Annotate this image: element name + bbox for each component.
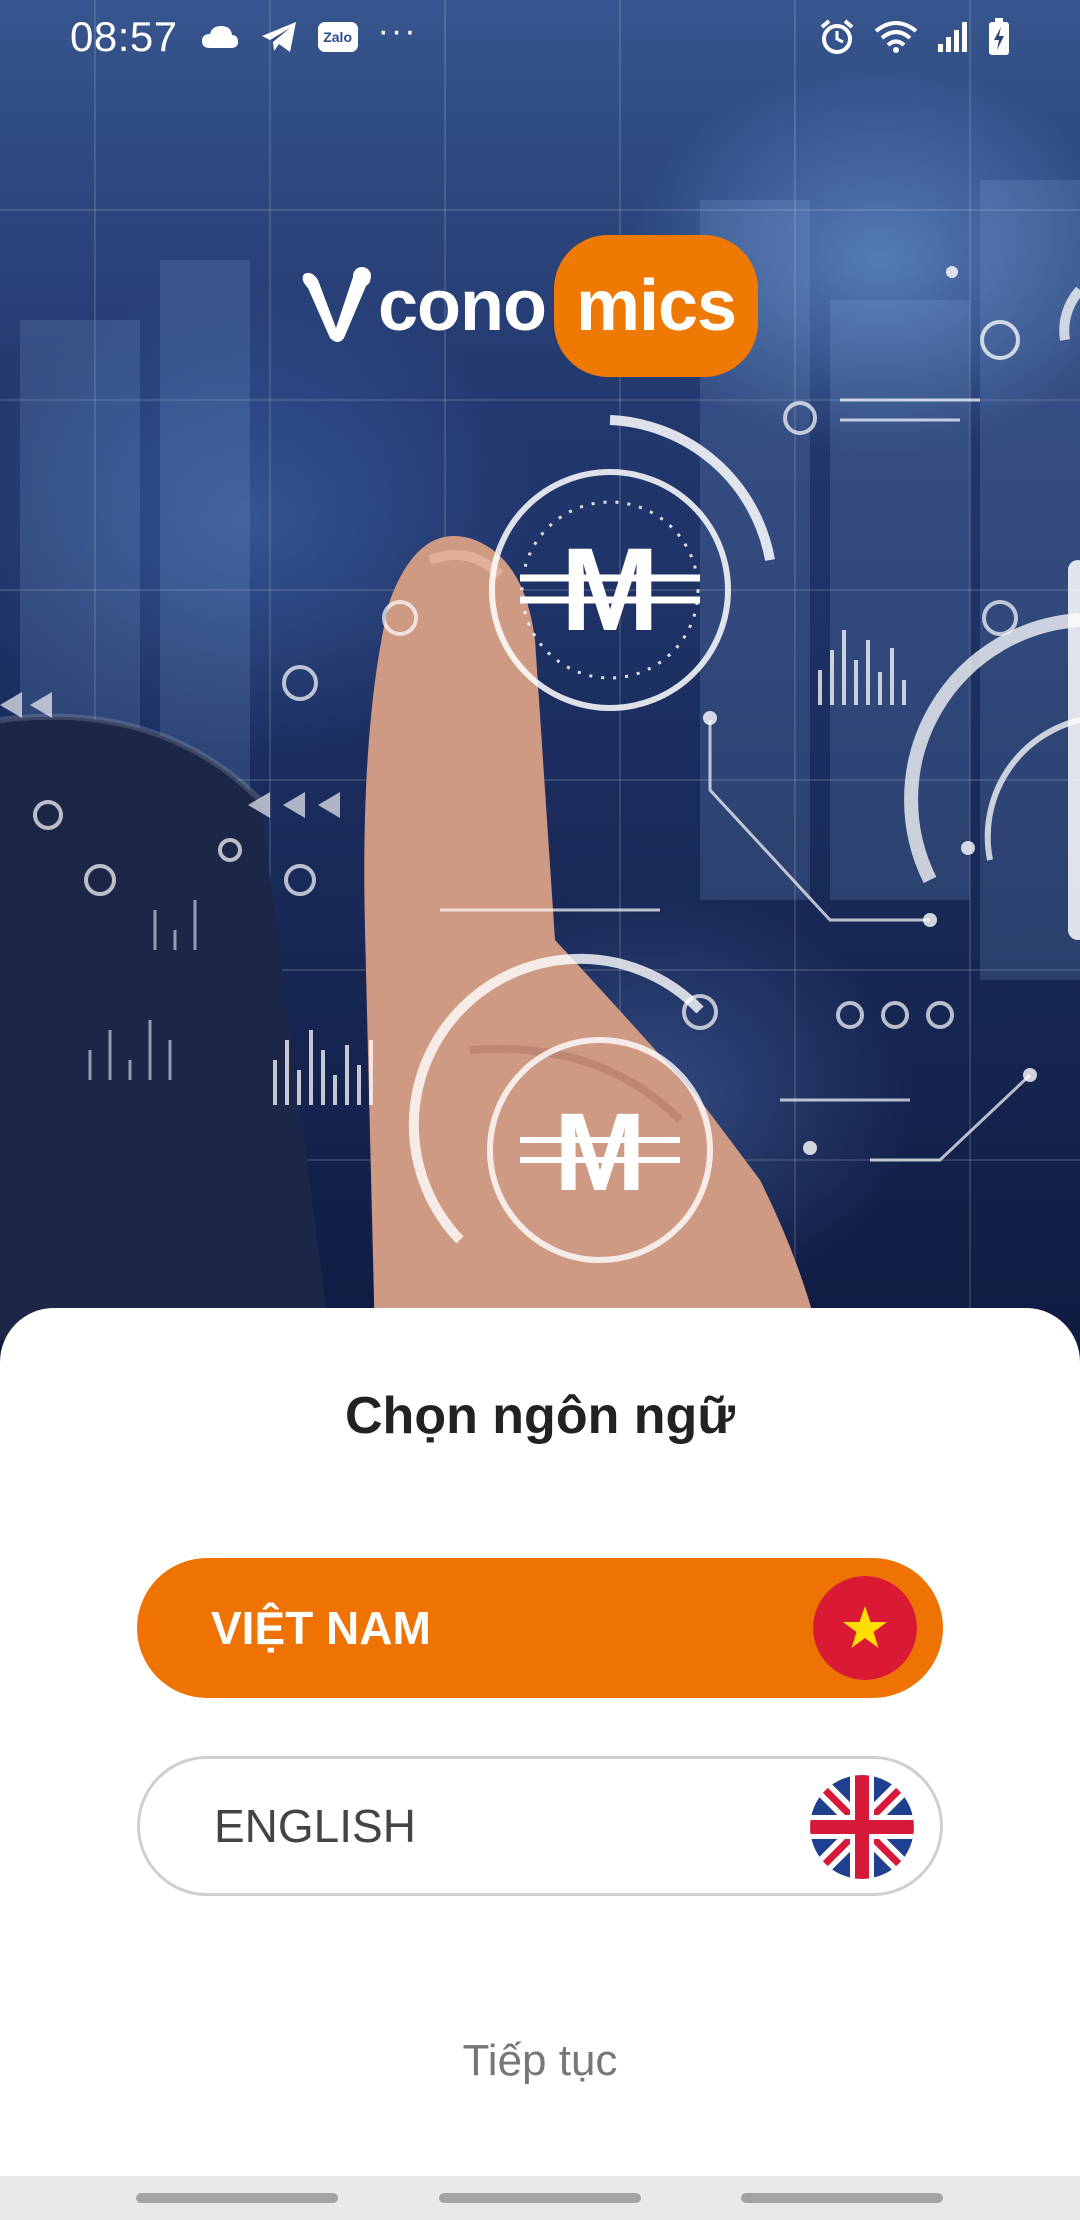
logo-text-left: cono bbox=[378, 266, 547, 346]
svg-text:M: M bbox=[554, 1091, 646, 1214]
logo-text-right: mics bbox=[553, 235, 759, 377]
language-option-english[interactable]: ENGLISH bbox=[137, 1756, 943, 1896]
more-dots-icon: ··· bbox=[377, 11, 418, 50]
language-option-label: VIỆT NAM bbox=[211, 1602, 431, 1654]
system-nav-bar bbox=[0, 2176, 1080, 2220]
language-option-label: ENGLISH bbox=[214, 1800, 416, 1852]
battery-charging-icon bbox=[988, 18, 1010, 56]
wifi-icon bbox=[874, 20, 918, 54]
logo-v-mark-icon bbox=[302, 267, 371, 342]
hero-background-image: M M bbox=[0, 0, 1080, 1340]
alarm-icon bbox=[818, 18, 856, 56]
telegram-icon bbox=[260, 20, 298, 54]
cloud-icon bbox=[200, 24, 240, 50]
zalo-icon: Zalo bbox=[317, 22, 358, 52]
app-logo: cono mics bbox=[300, 232, 759, 380]
system-icons bbox=[818, 18, 1010, 56]
nav-back-handle[interactable] bbox=[741, 2193, 943, 2203]
language-option-vietnamese[interactable]: VIỆT NAM bbox=[137, 1558, 943, 1698]
zalo-icon-label: Zalo bbox=[317, 22, 358, 52]
fintech-illustration: M M bbox=[0, 0, 1080, 1340]
uk-flag-icon bbox=[810, 1775, 914, 1879]
status-time: 08:57 bbox=[70, 13, 178, 60]
vietnam-flag-icon bbox=[813, 1576, 917, 1680]
nav-home-handle[interactable] bbox=[439, 2193, 641, 2203]
continue-button[interactable]: Tiếp tục bbox=[0, 2036, 1080, 2086]
status-bar: 08:57 Zalo ··· bbox=[0, 0, 1080, 74]
notification-icons: Zalo ··· bbox=[200, 12, 418, 54]
svg-text:M: M bbox=[561, 524, 659, 656]
sheet-title: Chọn ngôn ngữ bbox=[345, 1387, 735, 1445]
signal-icon bbox=[936, 20, 970, 54]
nav-recents-handle[interactable] bbox=[136, 2193, 338, 2203]
